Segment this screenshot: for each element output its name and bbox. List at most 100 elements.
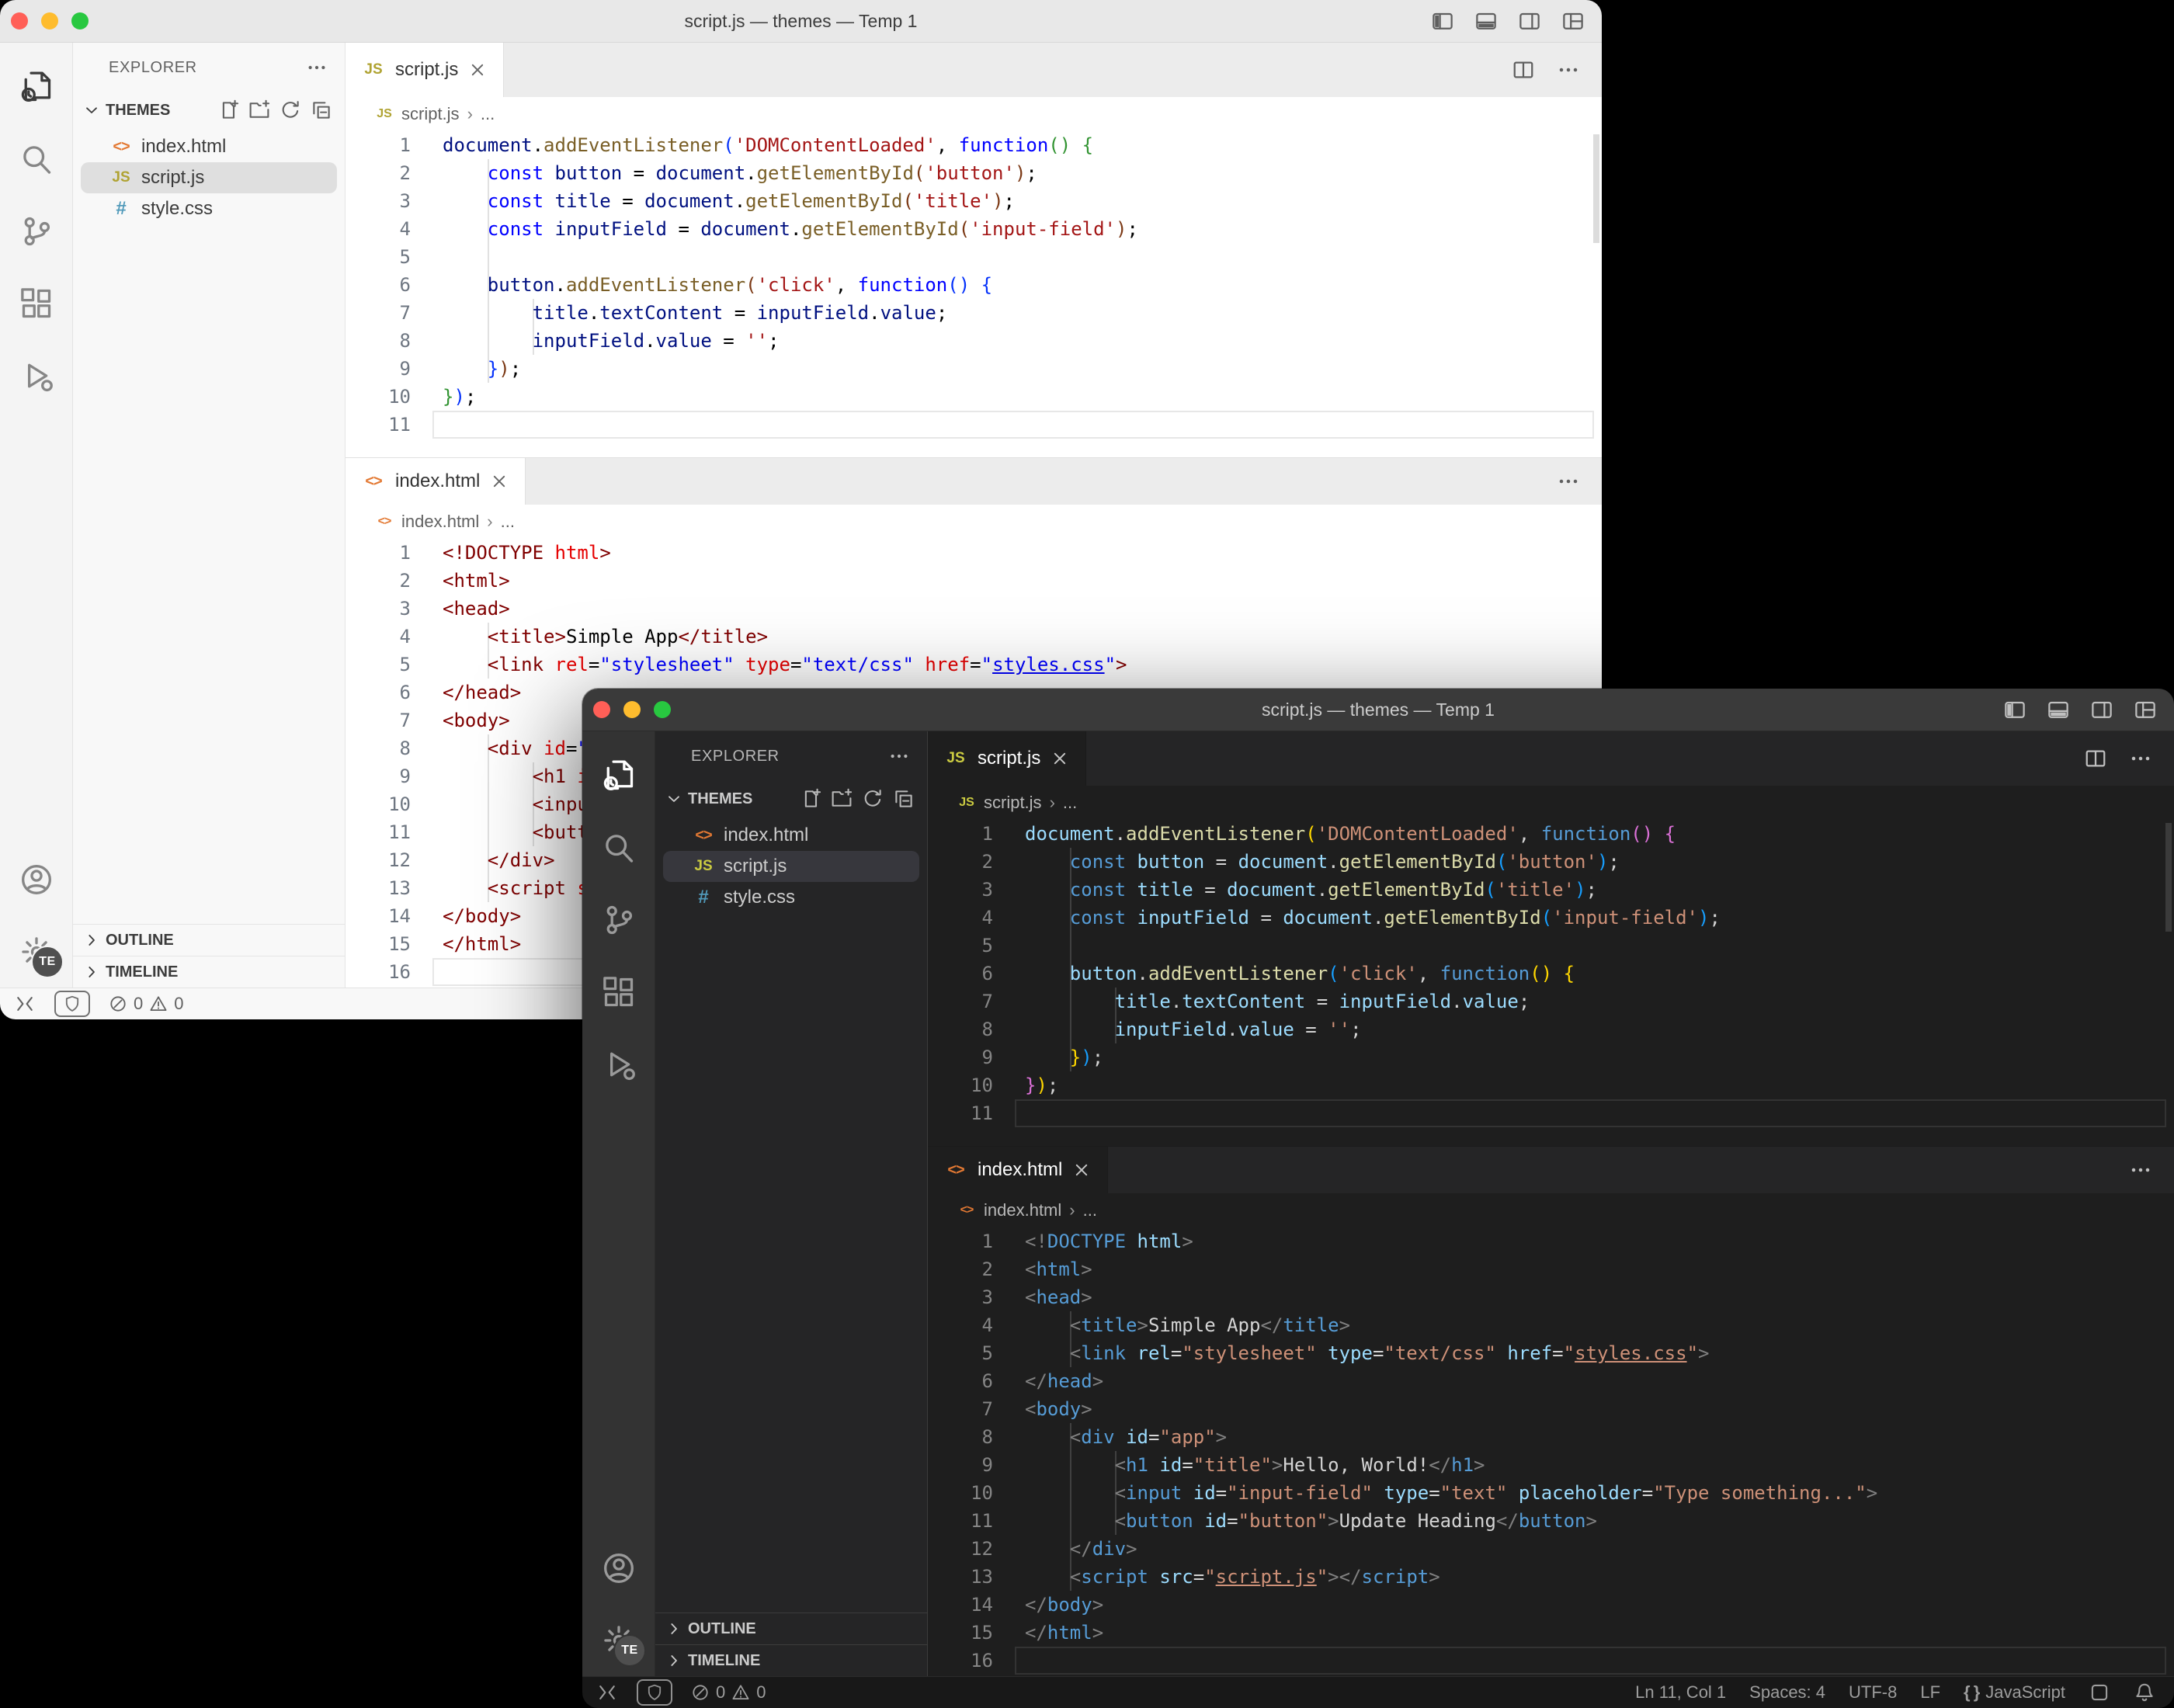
toggle-primary-sidebar-icon[interactable] bbox=[2003, 698, 2026, 721]
outline-section[interactable]: OUTLINE bbox=[655, 1613, 927, 1644]
breadcrumb-separator: › bbox=[1050, 793, 1055, 813]
more-actions-icon[interactable] bbox=[1557, 58, 1580, 82]
explorer-icon[interactable] bbox=[0, 50, 72, 123]
titlebar[interactable]: script.js — themes — Temp 1 bbox=[582, 689, 2174, 731]
extension-status-icon[interactable] bbox=[2089, 1682, 2110, 1703]
code-line: 1<!DOCTYPE html> bbox=[346, 539, 1602, 567]
new-file-icon[interactable] bbox=[800, 788, 821, 810]
close-tab-icon[interactable] bbox=[467, 60, 488, 80]
code-line: 2 const button = document.getElementById… bbox=[928, 848, 2174, 876]
breadcrumb-html[interactable]: <> index.html › ... bbox=[928, 1193, 2174, 1227]
file-item-script-js[interactable]: JSscript.js bbox=[663, 851, 919, 882]
line-number: 2 bbox=[346, 159, 411, 187]
timeline-section[interactable]: TIMELINE bbox=[73, 956, 345, 988]
more-actions-icon[interactable] bbox=[2129, 1158, 2152, 1182]
close-tab-icon[interactable] bbox=[489, 471, 509, 491]
outline-label: OUTLINE bbox=[688, 1620, 756, 1638]
code-editor-script-js[interactable]: 1document.addEventListener('DOMContentLo… bbox=[928, 820, 2174, 1146]
notifications-bell-icon[interactable] bbox=[2134, 1682, 2155, 1703]
tab-bar-html: <> index.html bbox=[928, 1146, 2174, 1193]
workspace-trust-icon[interactable] bbox=[54, 991, 90, 1017]
search-icon[interactable] bbox=[582, 811, 655, 884]
indentation[interactable]: Spaces: 4 bbox=[1749, 1682, 1825, 1703]
problems-indicator[interactable]: 0 0 bbox=[691, 1682, 766, 1703]
close-window-button[interactable] bbox=[11, 12, 28, 30]
breadcrumb-script[interactable]: JS script.js › ... bbox=[346, 97, 1602, 131]
file-item-script-js[interactable]: JSscript.js bbox=[81, 162, 337, 193]
encoding[interactable]: UTF-8 bbox=[1849, 1682, 1897, 1703]
toggle-primary-sidebar-icon[interactable] bbox=[1431, 9, 1454, 33]
zoom-window-button[interactable] bbox=[71, 12, 89, 30]
account-icon[interactable] bbox=[0, 843, 72, 915]
line-number: 11 bbox=[928, 1507, 993, 1535]
extensions-icon[interactable] bbox=[582, 956, 655, 1028]
new-folder-icon[interactable] bbox=[831, 788, 853, 810]
file-item-style-css[interactable]: #style.css bbox=[81, 193, 337, 224]
profile-badge[interactable]: TE bbox=[31, 946, 64, 978]
extensions-icon[interactable] bbox=[0, 267, 72, 339]
close-tab-icon[interactable] bbox=[1071, 1160, 1092, 1180]
close-window-button[interactable] bbox=[593, 701, 610, 718]
source-control-icon[interactable] bbox=[582, 884, 655, 956]
more-actions-icon[interactable] bbox=[306, 57, 328, 78]
collapse-all-icon[interactable] bbox=[311, 99, 332, 121]
code-editor-script-js[interactable]: 1document.addEventListener('DOMContentLo… bbox=[346, 131, 1602, 457]
more-actions-icon[interactable] bbox=[1557, 470, 1580, 493]
folder-section-themes[interactable]: THEMES bbox=[655, 781, 927, 817]
customize-layout-icon[interactable] bbox=[1561, 9, 1585, 33]
run-debug-icon[interactable] bbox=[0, 339, 72, 411]
language-mode[interactable]: { } JavaScript bbox=[1964, 1682, 2065, 1703]
close-tab-icon[interactable] bbox=[1050, 748, 1070, 769]
new-file-icon[interactable] bbox=[217, 99, 239, 121]
zoom-window-button[interactable] bbox=[654, 701, 671, 718]
search-icon[interactable] bbox=[0, 123, 72, 195]
line-number: 6 bbox=[346, 271, 411, 299]
folder-section-themes[interactable]: THEMES bbox=[73, 92, 345, 128]
workspace-trust-icon[interactable] bbox=[637, 1679, 672, 1706]
profile-badge[interactable]: TE bbox=[613, 1634, 646, 1667]
toggle-panel-icon[interactable] bbox=[2047, 698, 2070, 721]
folder-name: THEMES bbox=[688, 790, 752, 808]
customize-layout-icon[interactable] bbox=[2134, 698, 2157, 721]
tab-script-js[interactable]: JS script.js bbox=[928, 731, 1086, 786]
timeline-section[interactable]: TIMELINE bbox=[655, 1644, 927, 1676]
code-editor-index-html[interactable]: 1<!DOCTYPE html>2<html>3<head>4 <title>S… bbox=[928, 1227, 2174, 1676]
explorer-icon[interactable] bbox=[582, 739, 655, 811]
toggle-panel-icon[interactable] bbox=[1474, 9, 1498, 33]
file-item-style-css[interactable]: #style.css bbox=[663, 882, 919, 913]
tab-index-html[interactable]: <> index.html bbox=[928, 1147, 1108, 1193]
cursor-position[interactable]: Ln 11, Col 1 bbox=[1635, 1682, 1726, 1703]
source-control-icon[interactable] bbox=[0, 195, 72, 267]
problems-indicator[interactable]: 0 0 bbox=[109, 994, 184, 1014]
code-line: 7<body> bbox=[928, 1395, 2174, 1423]
split-editor-icon[interactable] bbox=[1512, 58, 1535, 82]
remote-icon[interactable] bbox=[596, 1682, 618, 1703]
current-line-highlight bbox=[432, 411, 1594, 439]
titlebar[interactable]: script.js — themes — Temp 1 bbox=[0, 0, 1602, 43]
file-item-index-html[interactable]: <>index.html bbox=[81, 131, 337, 162]
tab-script-js[interactable]: JS script.js bbox=[346, 43, 504, 97]
split-editor-icon[interactable] bbox=[2084, 747, 2107, 770]
breadcrumb-html[interactable]: <> index.html › ... bbox=[346, 505, 1602, 539]
minimize-window-button[interactable] bbox=[623, 701, 641, 718]
remote-icon[interactable] bbox=[14, 993, 36, 1015]
file-item-index-html[interactable]: <>index.html bbox=[663, 820, 919, 851]
error-count: 0 bbox=[134, 994, 143, 1014]
eol-indicator[interactable]: LF bbox=[1920, 1682, 1940, 1703]
outline-section[interactable]: OUTLINE bbox=[73, 924, 345, 956]
account-icon[interactable] bbox=[582, 1532, 655, 1604]
refresh-icon[interactable] bbox=[862, 788, 884, 810]
minimize-window-button[interactable] bbox=[41, 12, 58, 30]
run-debug-icon[interactable] bbox=[582, 1028, 655, 1100]
refresh-icon[interactable] bbox=[280, 99, 301, 121]
more-actions-icon[interactable] bbox=[888, 745, 910, 767]
line-number: 10 bbox=[346, 383, 411, 411]
toggle-secondary-sidebar-icon[interactable] bbox=[2090, 698, 2113, 721]
more-actions-icon[interactable] bbox=[2129, 747, 2152, 770]
breadcrumb-script[interactable]: JS script.js › ... bbox=[928, 786, 2174, 820]
new-folder-icon[interactable] bbox=[248, 99, 270, 121]
collapse-all-icon[interactable] bbox=[893, 788, 915, 810]
code-line: 1document.addEventListener('DOMContentLo… bbox=[928, 820, 2174, 848]
tab-index-html[interactable]: <> index.html bbox=[346, 458, 526, 505]
toggle-secondary-sidebar-icon[interactable] bbox=[1518, 9, 1541, 33]
